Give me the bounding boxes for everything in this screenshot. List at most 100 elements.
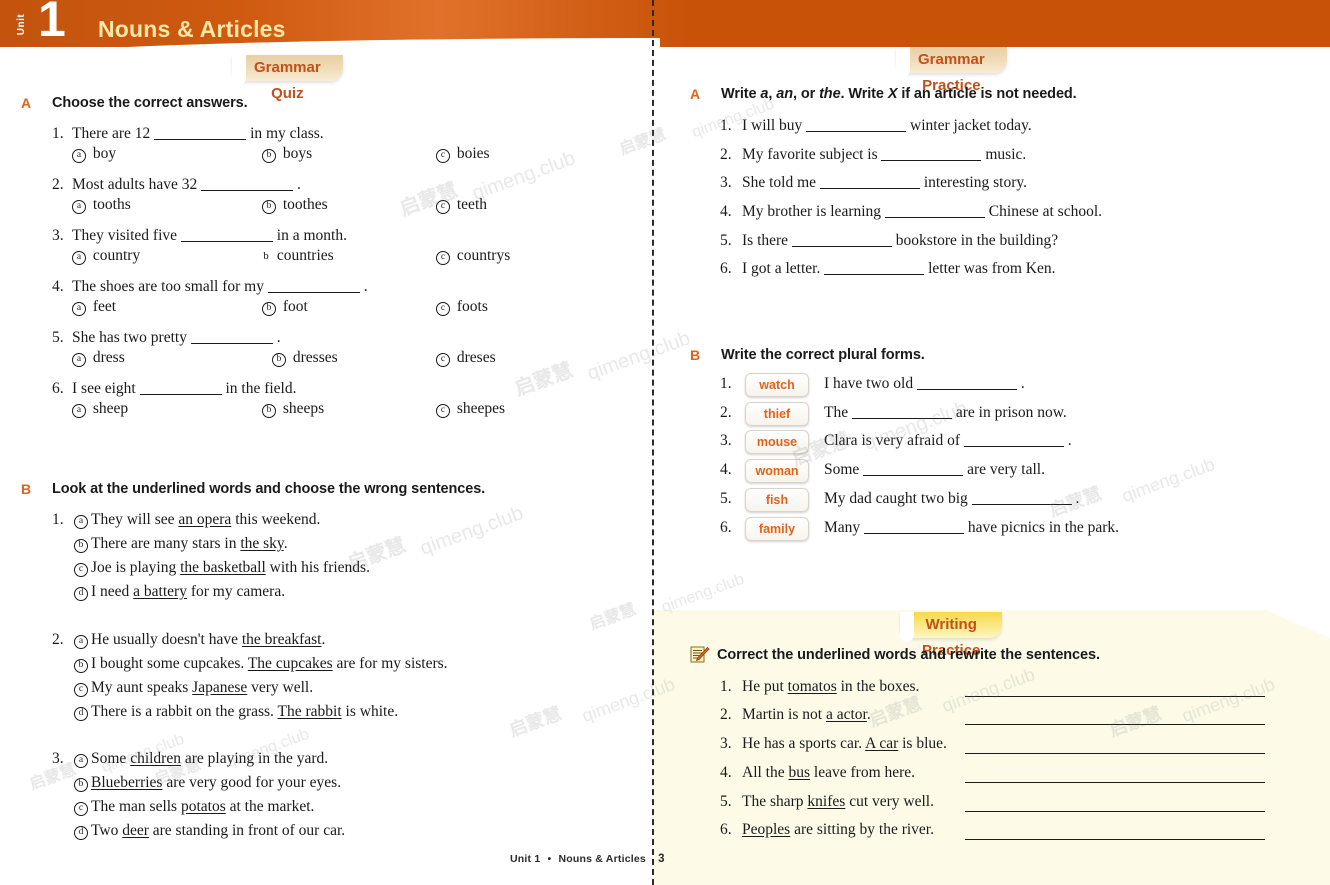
answer-option[interactable]: b There are many stars in the sky. [74, 535, 288, 553]
answer-option[interactable]: c foots [436, 298, 488, 316]
option-marker-d[interactable]: d [74, 826, 88, 840]
answer-option[interactable]: c The man sells potatos at the market. [74, 798, 314, 816]
answer-option[interactable]: c teeth [436, 196, 487, 214]
answer-option[interactable]: b foot [262, 298, 308, 316]
option-marker-a[interactable]: a [74, 635, 88, 649]
question-text: The are in prison now. [824, 404, 1067, 421]
word-chip: fish [745, 488, 809, 512]
answer-blank[interactable] [819, 174, 920, 189]
answer-option[interactable]: dI need a battery for my camera. [74, 583, 285, 601]
answer-option[interactable]: a boy [72, 145, 116, 163]
answer-option[interactable]: b dresses [272, 349, 338, 367]
option-marker-c[interactable]: c [436, 149, 450, 163]
answer-blank[interactable] [971, 490, 1072, 505]
option-marker-a[interactable]: a [72, 302, 86, 316]
answer-option[interactable]: a He usually doesn't have the breakfast. [74, 631, 325, 649]
answer-blank[interactable] [884, 203, 985, 218]
option-marker-d[interactable]: d [74, 587, 88, 601]
answer-blank[interactable] [916, 375, 1017, 390]
unit-badge: Unit 1 [16, 0, 80, 46]
option-marker-b[interactable]: b [262, 149, 276, 163]
option-marker-b[interactable]: b [272, 353, 286, 367]
option-marker-a[interactable]: a [74, 754, 88, 768]
answer-blank[interactable] [139, 380, 222, 395]
option-marker-a[interactable]: a [72, 200, 86, 214]
answer-blank[interactable] [791, 232, 892, 247]
question-number: 4. [720, 203, 732, 220]
answer-blank[interactable] [180, 227, 273, 242]
answer-option[interactable]: a tooths [72, 196, 131, 214]
question-number: 2. [720, 146, 732, 163]
option-marker-c[interactable]: c [436, 200, 450, 214]
answer-option[interactable]: c My aunt speaks Japanese very well. [74, 679, 313, 697]
question-number: 6. [720, 821, 732, 838]
option-marker-a[interactable]: a [72, 251, 86, 265]
word-chip: mouse [745, 430, 809, 454]
option-marker-b[interactable]: b [262, 200, 276, 214]
answer-option[interactable]: a feet [72, 298, 116, 316]
question-number: 1. [720, 117, 732, 134]
answer-option[interactable]: b boys [262, 145, 312, 163]
option-marker-b[interactable]: b [74, 659, 88, 673]
question-number: 3. [720, 432, 732, 449]
question-text: All the bus leave from here. [742, 764, 916, 781]
option-marker-c[interactable]: c [436, 251, 450, 265]
question-number: 5. [720, 490, 732, 507]
rewrite-answer-line[interactable] [965, 811, 1265, 812]
answer-option[interactable]: c dreses [436, 349, 496, 367]
option-marker-a[interactable]: a [72, 404, 86, 418]
option-marker-b[interactable]: b [74, 539, 88, 553]
answer-blank[interactable] [201, 176, 294, 191]
option-marker-a[interactable]: a [74, 515, 88, 529]
answer-blank[interactable] [864, 519, 965, 534]
option-marker-c[interactable]: c [436, 404, 450, 418]
answer-option[interactable]: b toothes [262, 196, 328, 214]
rewrite-answer-line[interactable] [965, 724, 1265, 725]
option-marker-a[interactable]: a [72, 353, 86, 367]
answer-blank[interactable] [963, 432, 1064, 447]
rewrite-answer-line[interactable] [965, 782, 1265, 783]
answer-option[interactable]: b Blueberries are very good for your eyes… [74, 774, 341, 792]
option-marker-a[interactable]: a [72, 149, 86, 163]
answer-option[interactable]: b countries [262, 247, 333, 265]
answer-option[interactable]: c Joe is playing the basketball with his … [74, 559, 370, 577]
answer-blank[interactable] [851, 404, 952, 419]
answer-option[interactable]: d There is a rabbit on the grass. The rab… [74, 703, 398, 721]
answer-blank[interactable] [154, 125, 247, 140]
option-marker-b[interactable]: b [74, 778, 88, 792]
answer-option[interactable]: b sheeps [262, 400, 324, 418]
rewrite-answer-line[interactable] [965, 839, 1265, 840]
page-title: Nouns & Articles [98, 16, 286, 42]
answer-blank[interactable] [806, 117, 907, 132]
rewrite-answer-line[interactable] [965, 753, 1265, 754]
answer-option[interactable]: c boies [436, 145, 490, 163]
option-marker-b[interactable]: b [262, 251, 270, 263]
answer-option[interactable]: c countrys [436, 247, 510, 265]
answer-option[interactable]: c sheepes [436, 400, 505, 418]
answer-blank[interactable] [863, 461, 964, 476]
answer-option[interactable]: a Some children are playing in the yard. [74, 750, 328, 768]
answer-blank[interactable] [824, 260, 925, 275]
answer-option[interactable]: bI bought some cupcakes. The cupcakes ar… [74, 655, 448, 673]
answer-option[interactable]: a sheep [72, 400, 128, 418]
rewrite-answer-line[interactable] [965, 696, 1265, 697]
answer-blank[interactable] [190, 329, 273, 344]
option-marker-c[interactable]: c [74, 563, 88, 577]
option-marker-c[interactable]: c [436, 353, 450, 367]
underlined-phrase: an opera [178, 511, 232, 528]
answer-blank[interactable] [267, 278, 360, 293]
question-number: 3. [52, 227, 64, 244]
question-text: I will buy winter jacket today. [742, 117, 1032, 134]
option-marker-c[interactable]: c [436, 302, 450, 316]
option-marker-b[interactable]: b [262, 404, 276, 418]
answer-option[interactable]: d Two deer are standing in front of our c… [74, 822, 345, 840]
answer-option[interactable]: a dress [72, 349, 125, 367]
option-marker-d[interactable]: d [74, 707, 88, 721]
answer-option[interactable]: a They will see an opera this weekend. [74, 511, 320, 529]
answer-option[interactable]: a country [72, 247, 140, 265]
answer-blank[interactable] [881, 146, 982, 161]
option-marker-b[interactable]: b [262, 302, 276, 316]
option-marker-c[interactable]: c [74, 683, 88, 697]
question-number: 1. [52, 125, 64, 142]
option-marker-c[interactable]: c [74, 802, 88, 816]
